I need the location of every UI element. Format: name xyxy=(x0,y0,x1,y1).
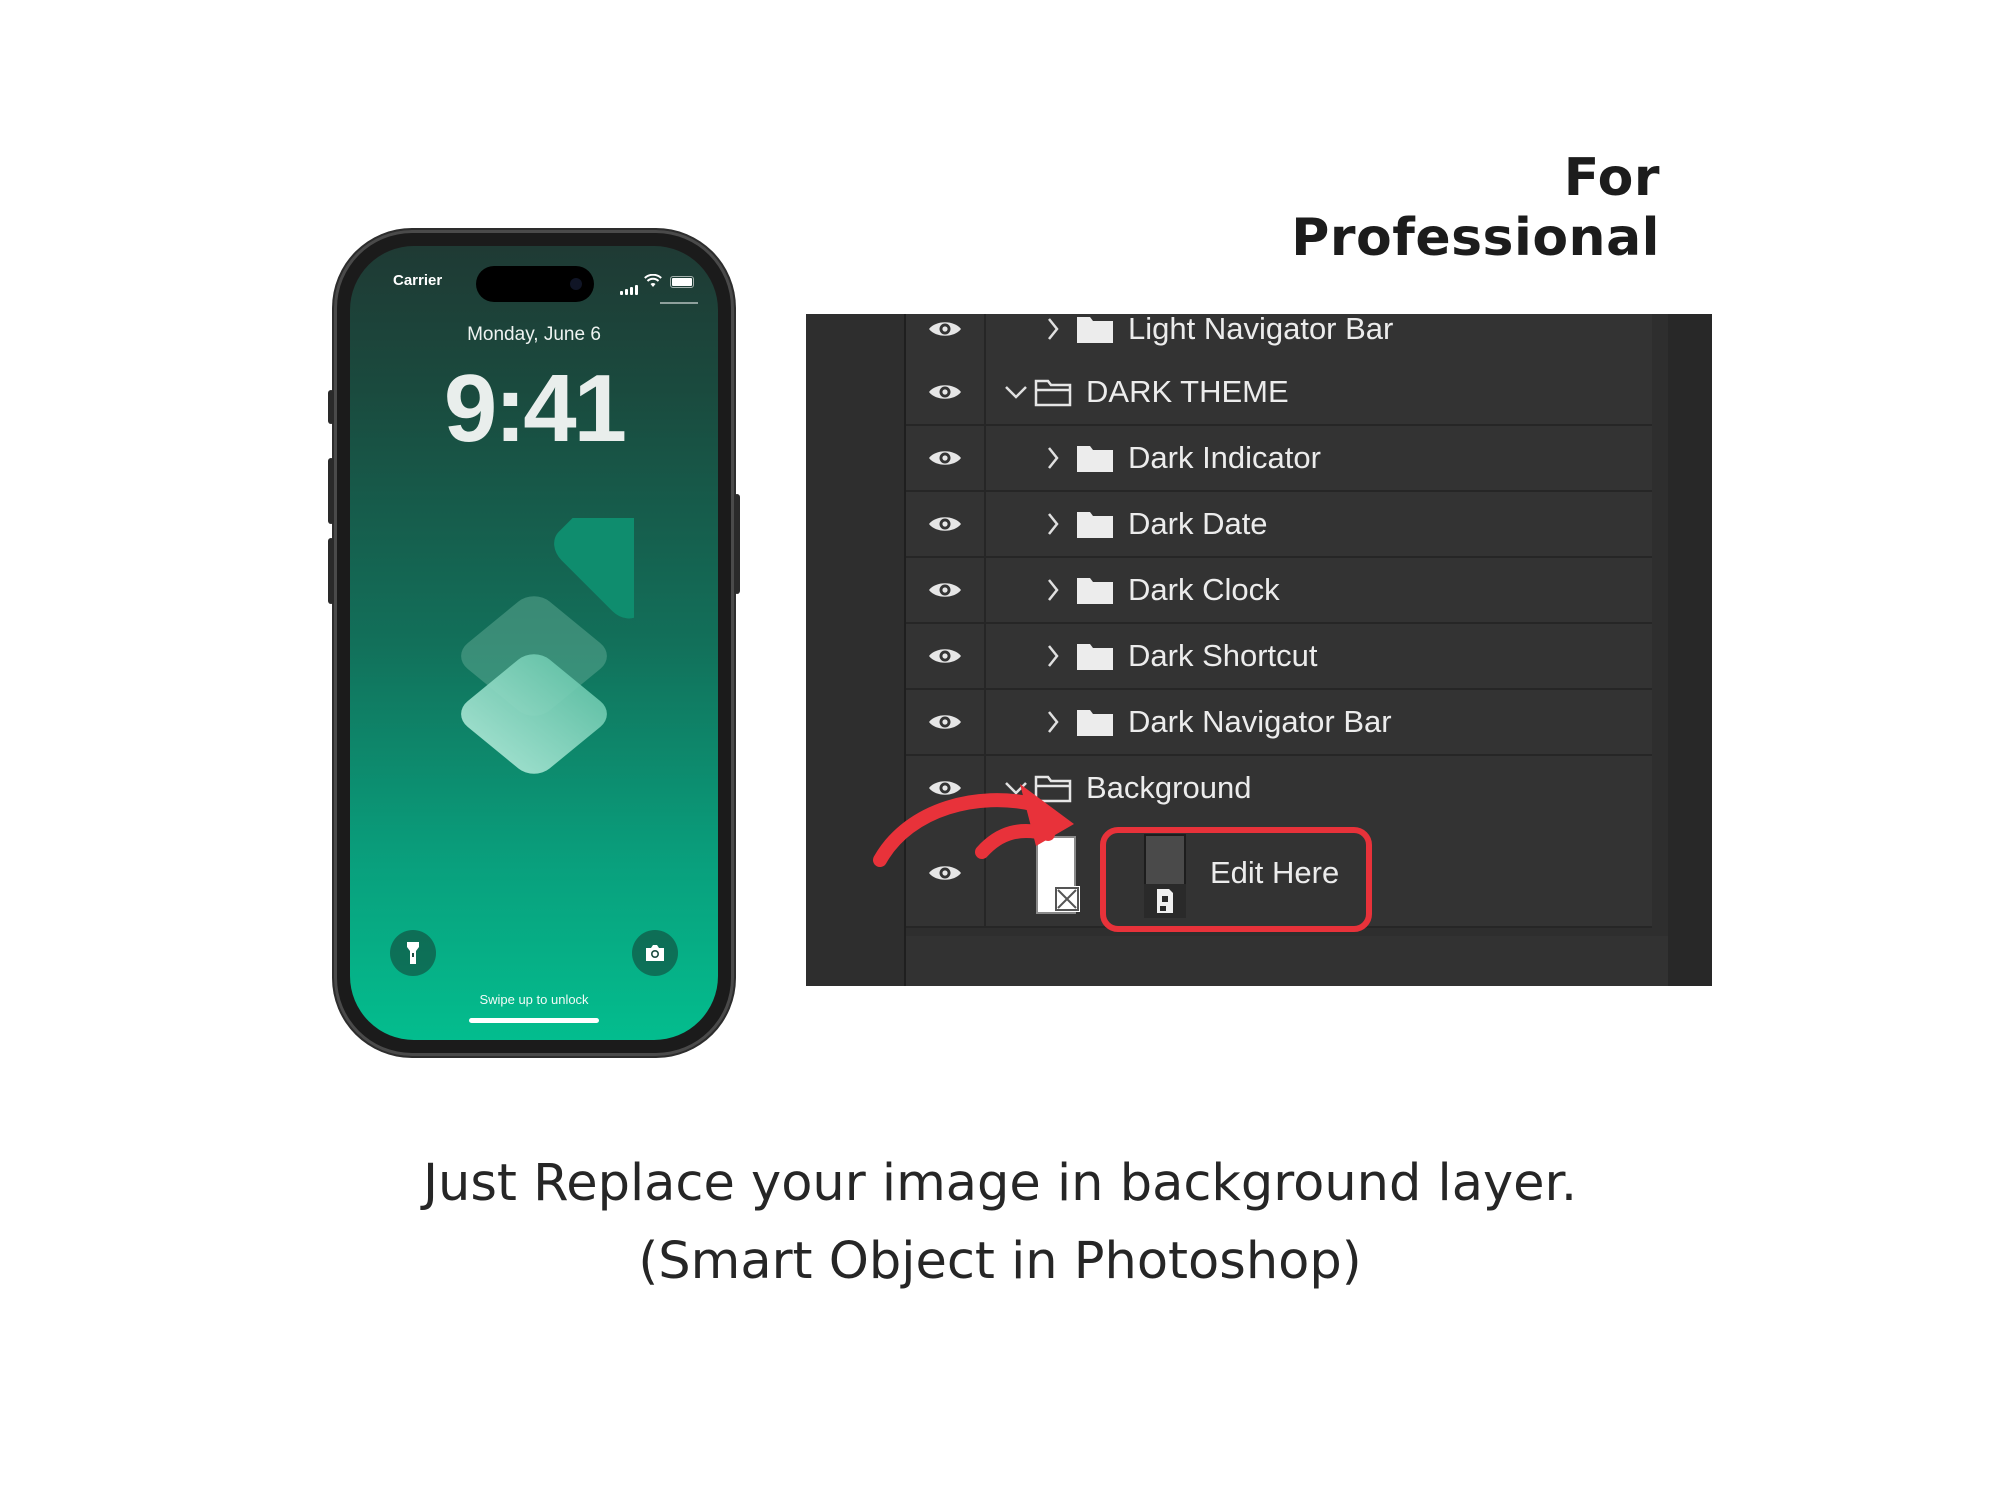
swipe-hint: Swipe up to unlock xyxy=(479,992,589,1007)
visibility-eye-icon[interactable] xyxy=(906,624,986,688)
camera-button[interactable] xyxy=(632,930,678,976)
edit-here-highlight xyxy=(1100,827,1372,932)
chevron-right-icon[interactable] xyxy=(1046,624,1060,688)
chevron-down-icon[interactable] xyxy=(1004,360,1028,424)
signal-icon xyxy=(620,276,640,295)
visibility-eye-icon[interactable] xyxy=(906,314,986,360)
layer-name: Dark Clock xyxy=(1128,572,1280,607)
lock-time: 9:41 xyxy=(443,355,627,462)
chevron-right-icon[interactable] xyxy=(1046,426,1060,490)
wifi-icon xyxy=(644,274,662,287)
folder-icon xyxy=(1076,558,1114,622)
phone-action-button xyxy=(328,390,334,424)
visibility-eye-icon[interactable] xyxy=(906,690,986,754)
phone-volume-down-button xyxy=(328,538,334,604)
layer-name: Dark Navigator Bar xyxy=(1128,704,1392,739)
phone-power-button xyxy=(734,494,740,594)
front-camera-icon xyxy=(570,278,582,290)
flashlight-button[interactable] xyxy=(390,930,436,976)
caption-line-2: (Smart Object in Photoshop) xyxy=(638,1232,1362,1291)
flashlight-icon xyxy=(407,942,419,964)
layer-name: Light Navigator Bar xyxy=(1128,311,1394,346)
layer-row-dark-indicator[interactable]: Dark Indicator xyxy=(906,426,1652,492)
pointer-arrow-icon xyxy=(873,784,1074,867)
layer-row-dark-navigator-bar[interactable]: Dark Navigator Bar xyxy=(906,690,1652,756)
lock-screen[interactable]: Carrier Monday, June 6 9:41 Swipe up to … xyxy=(350,246,718,1040)
chevron-right-icon[interactable] xyxy=(1046,558,1060,622)
layer-name: DARK THEME xyxy=(1086,374,1289,409)
home-indicator[interactable] xyxy=(469,1018,599,1023)
layer-name: Dark Shortcut xyxy=(1128,638,1318,673)
layer-row-dark-clock[interactable]: Dark Clock xyxy=(906,558,1652,624)
mask-link-icon xyxy=(1054,886,1080,912)
visibility-eye-icon[interactable] xyxy=(906,492,986,556)
chevron-right-icon[interactable] xyxy=(1046,690,1060,754)
panel-scrollbar[interactable] xyxy=(1668,314,1712,986)
folder-open-icon xyxy=(1034,360,1072,424)
phone-volume-up-button xyxy=(328,458,334,524)
layers-logo-icon xyxy=(461,518,634,774)
visibility-eye-icon[interactable] xyxy=(906,360,986,424)
camera-icon xyxy=(646,945,664,961)
folder-icon xyxy=(1076,690,1114,754)
layer-name: Background xyxy=(1086,770,1252,805)
folder-icon xyxy=(1076,426,1114,490)
status-icons xyxy=(620,272,700,304)
layer-row-dark-shortcut[interactable]: Dark Shortcut xyxy=(906,624,1652,690)
chevron-right-icon[interactable] xyxy=(1046,314,1060,360)
caption-line-1: Just Replace your image in background la… xyxy=(422,1154,1578,1213)
visibility-eye-icon[interactable] xyxy=(906,426,986,490)
battery-icon xyxy=(670,276,694,288)
dynamic-island xyxy=(476,266,594,302)
layer-name: Dark Date xyxy=(1128,506,1268,541)
chevron-right-icon[interactable] xyxy=(1046,492,1060,556)
layer-name: Dark Indicator xyxy=(1128,440,1321,475)
status-underline xyxy=(660,302,698,304)
page-heading: For Professional xyxy=(1291,148,1660,268)
layer-row-light-navigator-bar[interactable]: Light Navigator Bar xyxy=(906,311,1652,362)
phone-mockup: Carrier Monday, June 6 9:41 Swipe up to … xyxy=(328,230,740,1056)
layer-row-dark-date[interactable]: Dark Date xyxy=(906,492,1652,558)
carrier-label: Carrier xyxy=(393,272,443,289)
folder-icon xyxy=(1076,624,1114,688)
folder-icon xyxy=(1076,314,1114,360)
visibility-eye-icon[interactable] xyxy=(906,558,986,622)
folder-icon xyxy=(1076,492,1114,556)
lock-date: Monday, June 6 xyxy=(467,324,601,345)
layer-row-dark-theme[interactable]: DARK THEME xyxy=(906,360,1652,426)
